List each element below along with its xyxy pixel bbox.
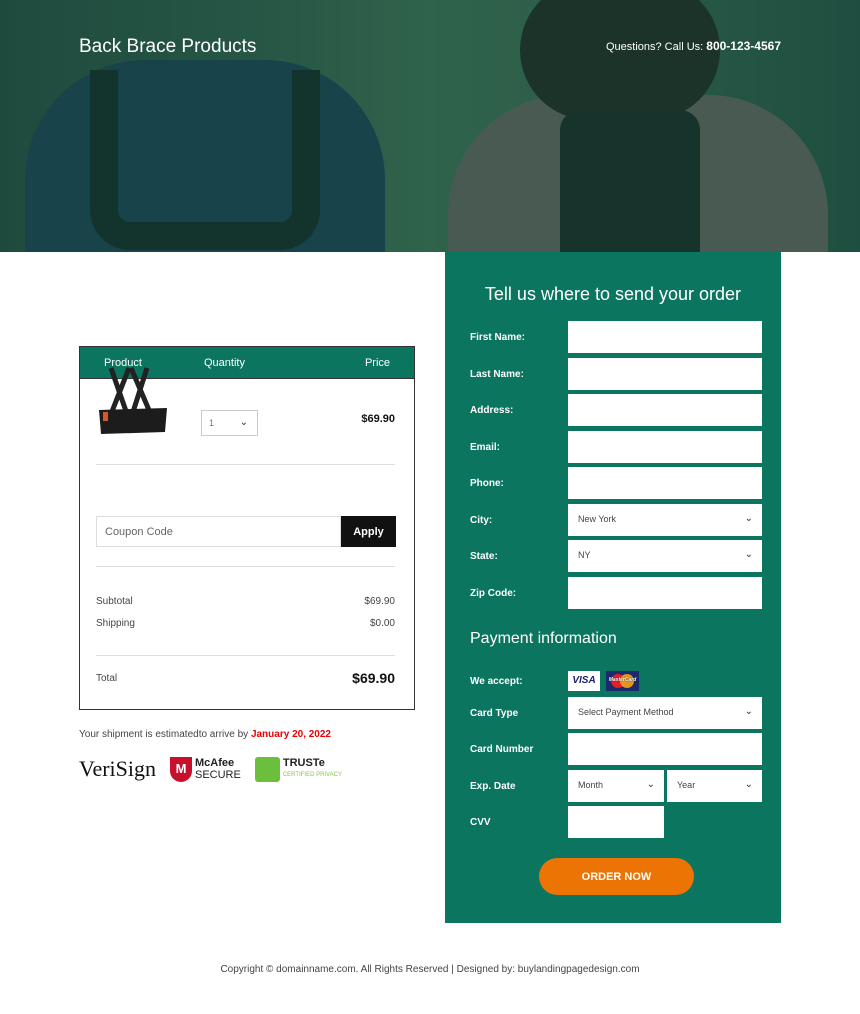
field-label: Last Name: xyxy=(470,368,524,380)
phone-info: Questions? Call Us: 800-123-4567 xyxy=(605,39,781,53)
lastname-input[interactable] xyxy=(568,357,762,390)
product-image xyxy=(99,367,167,434)
order-form: Tell us where to send your order First N… xyxy=(445,252,781,923)
visa-icon: VISA xyxy=(568,671,600,691)
field-label: Zip Code: xyxy=(470,587,517,599)
field-label: Phone: xyxy=(470,478,504,489)
shipping-row: Shipping $0.00 xyxy=(96,618,395,629)
card-type-select[interactable]: Select Payment Method ⌄ xyxy=(568,697,762,729)
hero-banner: Back Brace Products Questions? Call Us: … xyxy=(0,0,860,252)
arrival-date: January 20, 2022 xyxy=(250,729,331,740)
chevron-down-icon: ⌄ xyxy=(744,706,753,717)
field-label: City: xyxy=(470,514,493,526)
shipment-estimate: Your shipment is estimatedto arrive by J… xyxy=(79,729,331,740)
field-label: First Name: xyxy=(470,332,526,343)
chevron-down-icon: ⌄ xyxy=(646,779,655,790)
mastercard-label: MasterCard xyxy=(608,677,637,683)
email-input[interactable] xyxy=(568,430,762,463)
verisign-logo: VeriSign xyxy=(79,756,156,781)
state-select[interactable]: NY ⌄ xyxy=(568,540,762,572)
chevron-down-icon: ⌄ xyxy=(744,779,753,790)
mastercard-icon: MasterCard xyxy=(606,671,639,691)
footer-copyright: Copyright © domainname.com. All Rights R… xyxy=(220,964,640,975)
total-row: Total $69.90 xyxy=(96,670,395,686)
divider xyxy=(96,464,395,465)
form-title: Tell us where to send your order xyxy=(484,284,742,304)
apply-button[interactable]: Apply xyxy=(341,516,396,547)
divider xyxy=(96,566,395,567)
phone-number[interactable]: 800-123-4567 xyxy=(706,39,781,53)
col-quantity: Quantity xyxy=(204,357,245,369)
chevron-down-icon: ⌄ xyxy=(239,417,248,428)
card-type-label: Card Type xyxy=(470,708,519,719)
order-now-button[interactable]: ORDER NOW xyxy=(539,858,694,895)
exp-date-label: Exp. Date xyxy=(470,781,516,792)
mcafee-logo: M McAfee SECURE xyxy=(170,756,241,782)
city-select[interactable]: New York ⌄ xyxy=(568,503,762,536)
year-select[interactable]: Year ⌄ xyxy=(667,770,762,802)
field-label: Address: xyxy=(470,405,514,416)
phone-input[interactable] xyxy=(568,467,762,499)
accept-label: We accept: xyxy=(470,676,523,687)
card-number-label: Card Number xyxy=(470,744,534,755)
chevron-down-icon: ⌄ xyxy=(744,512,753,524)
coupon-input[interactable]: Coupon Code xyxy=(96,516,341,547)
col-price: Price xyxy=(364,357,390,369)
truste-logo: TRUSTe CERTIFIED PRIVACY xyxy=(254,756,342,782)
subtotal-row: Subtotal $69.90 xyxy=(96,596,395,607)
cvv-input[interactable] xyxy=(568,806,664,838)
field-label: State: xyxy=(470,551,498,562)
month-select[interactable]: Month ⌄ xyxy=(568,770,664,802)
quantity-select[interactable]: 1 ⌄ xyxy=(201,410,258,436)
chevron-down-icon: ⌄ xyxy=(744,549,753,560)
card-number-input[interactable] xyxy=(568,733,762,765)
zipcode-input[interactable] xyxy=(568,576,762,609)
field-label: Email: xyxy=(470,441,501,453)
address-input[interactable] xyxy=(568,394,762,426)
cvv-label: CVV xyxy=(470,817,491,828)
divider xyxy=(96,655,395,656)
firstname-input[interactable] xyxy=(568,321,762,353)
brand-title[interactable]: Back Brace Products xyxy=(79,36,256,58)
payment-title: Payment information xyxy=(470,630,617,647)
cart-box: Product Quantity Price 1 ⌄ $69.90 Coupon … xyxy=(79,346,415,710)
trust-seals: VeriSign M McAfee SECURE TRUSTe CERTIFIED P… xyxy=(79,756,342,782)
item-price: $69.90 xyxy=(361,413,395,425)
